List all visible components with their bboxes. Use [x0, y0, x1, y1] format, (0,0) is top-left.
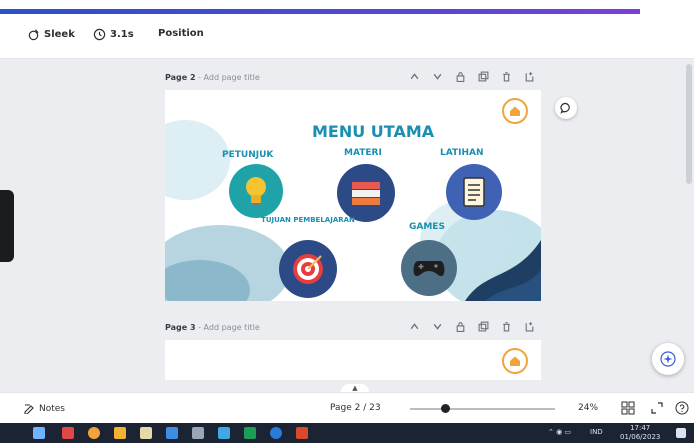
magic-assistant-button[interactable]: [652, 343, 684, 375]
excel-app-icon[interactable]: [244, 427, 256, 439]
slide-top-margin: [165, 90, 541, 96]
position-button[interactable]: Position: [158, 28, 204, 39]
fullscreen-icon[interactable]: [650, 401, 664, 415]
duplicate-icon[interactable]: [478, 320, 489, 333]
page-indicator[interactable]: Page 2 / 23: [330, 403, 381, 413]
page-title-input-3[interactable]: Add page title: [204, 323, 260, 332]
add-page-icon[interactable]: [524, 320, 535, 333]
gamepad-icon: [413, 261, 445, 277]
worksheet-icon: [463, 177, 485, 207]
page-label-3: Page 3 - Add page title: [165, 322, 260, 332]
clock-icon: [93, 28, 106, 41]
scrollbar-thumb[interactable]: [686, 64, 692, 184]
menu-button-games[interactable]: [401, 240, 457, 296]
lock-icon[interactable]: [455, 320, 466, 333]
menu-button-petunjuk[interactable]: [229, 164, 283, 218]
photos-app-icon[interactable]: [218, 427, 230, 439]
slide-title: MENU UTAMA: [312, 122, 435, 141]
store-app-icon[interactable]: [166, 427, 178, 439]
menu-button-latihan[interactable]: [446, 164, 502, 220]
move-down-icon[interactable]: [432, 320, 443, 333]
animate-button[interactable]: Sleek: [27, 28, 75, 41]
page-number-2: Page 2: [165, 72, 196, 82]
lightbulb-icon: [246, 177, 266, 206]
top-accent-strip: [0, 0, 694, 14]
sparkle-icon: [660, 351, 676, 367]
page-number-3: Page 3: [165, 322, 196, 332]
language-indicator[interactable]: IND: [590, 428, 603, 436]
start-icon[interactable]: [33, 427, 45, 439]
clock-time: 17:47: [630, 424, 651, 432]
menu-button-tujuan[interactable]: [279, 240, 337, 298]
animate-label: Sleek: [44, 29, 75, 40]
menu-label-latihan: LATIHAN: [440, 148, 484, 158]
vlc-app-icon[interactable]: [114, 427, 126, 439]
add-page-icon[interactable]: [524, 70, 535, 83]
page-header-3: Page 3 - Add page title: [165, 318, 541, 336]
slide-canvas-2[interactable]: MENU UTAMA PETUNJUK MATERI LATIHAN TUJUA…: [165, 90, 541, 301]
home-button[interactable]: [502, 98, 528, 124]
slide-canvas-3[interactable]: [165, 340, 541, 380]
bottom-bar: Notes Page 2 / 23 24%: [0, 392, 694, 423]
editor-toolbar: Sleek 3.1s Position: [0, 14, 694, 59]
notes-label: Notes: [39, 403, 65, 414]
home-button[interactable]: [502, 348, 528, 374]
lock-icon[interactable]: [455, 70, 466, 83]
animation-icon: [28, 29, 39, 41]
vertical-scrollbar[interactable]: [686, 60, 692, 386]
home-icon: [510, 356, 520, 366]
zoom-slider-knob[interactable]: [440, 404, 450, 413]
menu-button-materi[interactable]: [337, 164, 395, 222]
timing-button[interactable]: 3.1s: [93, 28, 134, 41]
page-header-2: Page 2 - Add page title: [165, 68, 541, 86]
add-comment-button[interactable]: [555, 97, 577, 119]
notification-icon[interactable]: [676, 428, 686, 438]
zoom-percentage[interactable]: 24%: [578, 403, 598, 413]
menu-label-games: GAMES: [409, 222, 445, 232]
home-icon: [510, 106, 520, 116]
menu-label-petunjuk: PETUNJUK: [222, 150, 274, 160]
books-icon: [352, 182, 380, 205]
trash-icon[interactable]: [501, 320, 512, 333]
powerpoint-app-icon[interactable]: [296, 427, 308, 439]
move-up-icon[interactable]: [409, 320, 420, 333]
left-panel-toggle[interactable]: [0, 190, 14, 262]
files-app-icon[interactable]: [140, 427, 152, 439]
browser-app-icon[interactable]: [88, 427, 100, 439]
clock-date: 01/06/2023: [620, 433, 661, 441]
comment-icon: [560, 102, 570, 114]
edge-app-icon[interactable]: [270, 427, 282, 439]
move-up-icon[interactable]: [409, 70, 420, 83]
page-label-2: Page 2 - Add page title: [165, 72, 260, 82]
clock[interactable]: 17:47 01/06/2023: [620, 424, 660, 442]
notes-button[interactable]: Notes: [24, 403, 65, 414]
settings-app-icon[interactable]: [192, 427, 204, 439]
move-down-icon[interactable]: [432, 70, 443, 83]
grid-view-icon[interactable]: [621, 401, 635, 415]
menu-label-materi: MATERI: [344, 148, 382, 158]
duplicate-icon[interactable]: [478, 70, 489, 83]
os-taskbar: ⌃ ◉ ▭ IND 17:47 01/06/2023: [0, 423, 694, 443]
timing-label: 3.1s: [110, 29, 134, 40]
position-label: Position: [158, 28, 204, 39]
zoom-slider[interactable]: [410, 404, 555, 413]
help-icon[interactable]: [675, 401, 689, 415]
notes-icon: [24, 404, 34, 414]
tray-icons[interactable]: ⌃ ◉ ▭: [548, 428, 571, 436]
page-title-input-2[interactable]: Add page title: [204, 73, 260, 82]
watercolor-blob-left: [165, 120, 230, 200]
target-icon: [293, 254, 323, 284]
mail-app-icon[interactable]: [62, 427, 74, 439]
trash-icon[interactable]: [501, 70, 512, 83]
menu-label-tujuan: TUJUAN PEMBELAJARAN: [261, 216, 355, 224]
